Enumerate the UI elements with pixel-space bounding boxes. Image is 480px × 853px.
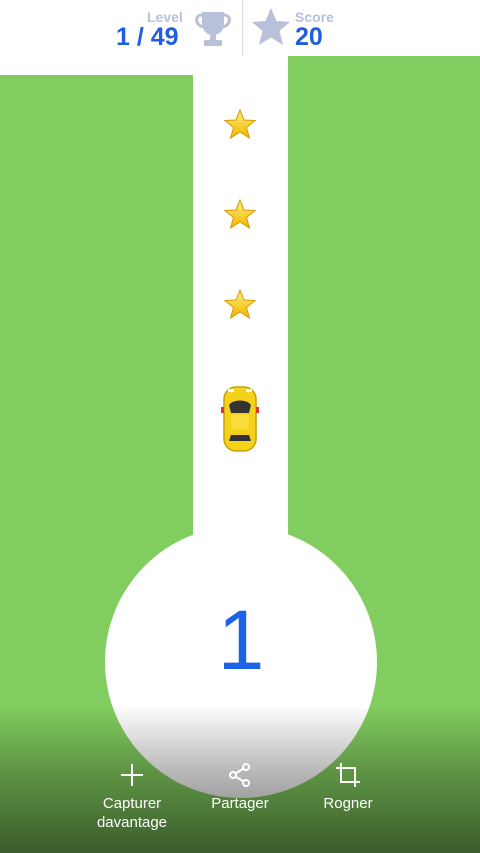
crop-label: Rogner — [323, 795, 373, 812]
star-pickup — [224, 199, 256, 229]
crop-button[interactable]: Rogner — [308, 762, 388, 813]
star-pickup — [224, 289, 256, 319]
capture-more-label: Capturer davantage — [96, 795, 168, 831]
countdown-number: 1 — [217, 593, 265, 687]
hud-divider — [242, 0, 243, 56]
level-value: 1 / 49 — [116, 23, 179, 51]
score-value: 20 — [295, 23, 323, 51]
capture-more-button[interactable]: Capturer davantage — [82, 762, 182, 832]
trophy-icon — [195, 12, 231, 46]
share-icon — [229, 763, 250, 787]
share-label: Partager — [211, 795, 269, 812]
player-car[interactable] — [221, 385, 259, 453]
star-pickup — [224, 109, 256, 139]
road-top-left — [0, 56, 193, 75]
star-icon — [252, 8, 290, 45]
plus-icon — [121, 764, 143, 786]
hud-bar: Level 1 / 49 Score 20 — [0, 0, 480, 56]
share-button[interactable]: Partager — [195, 762, 285, 813]
crop-icon — [336, 763, 360, 787]
